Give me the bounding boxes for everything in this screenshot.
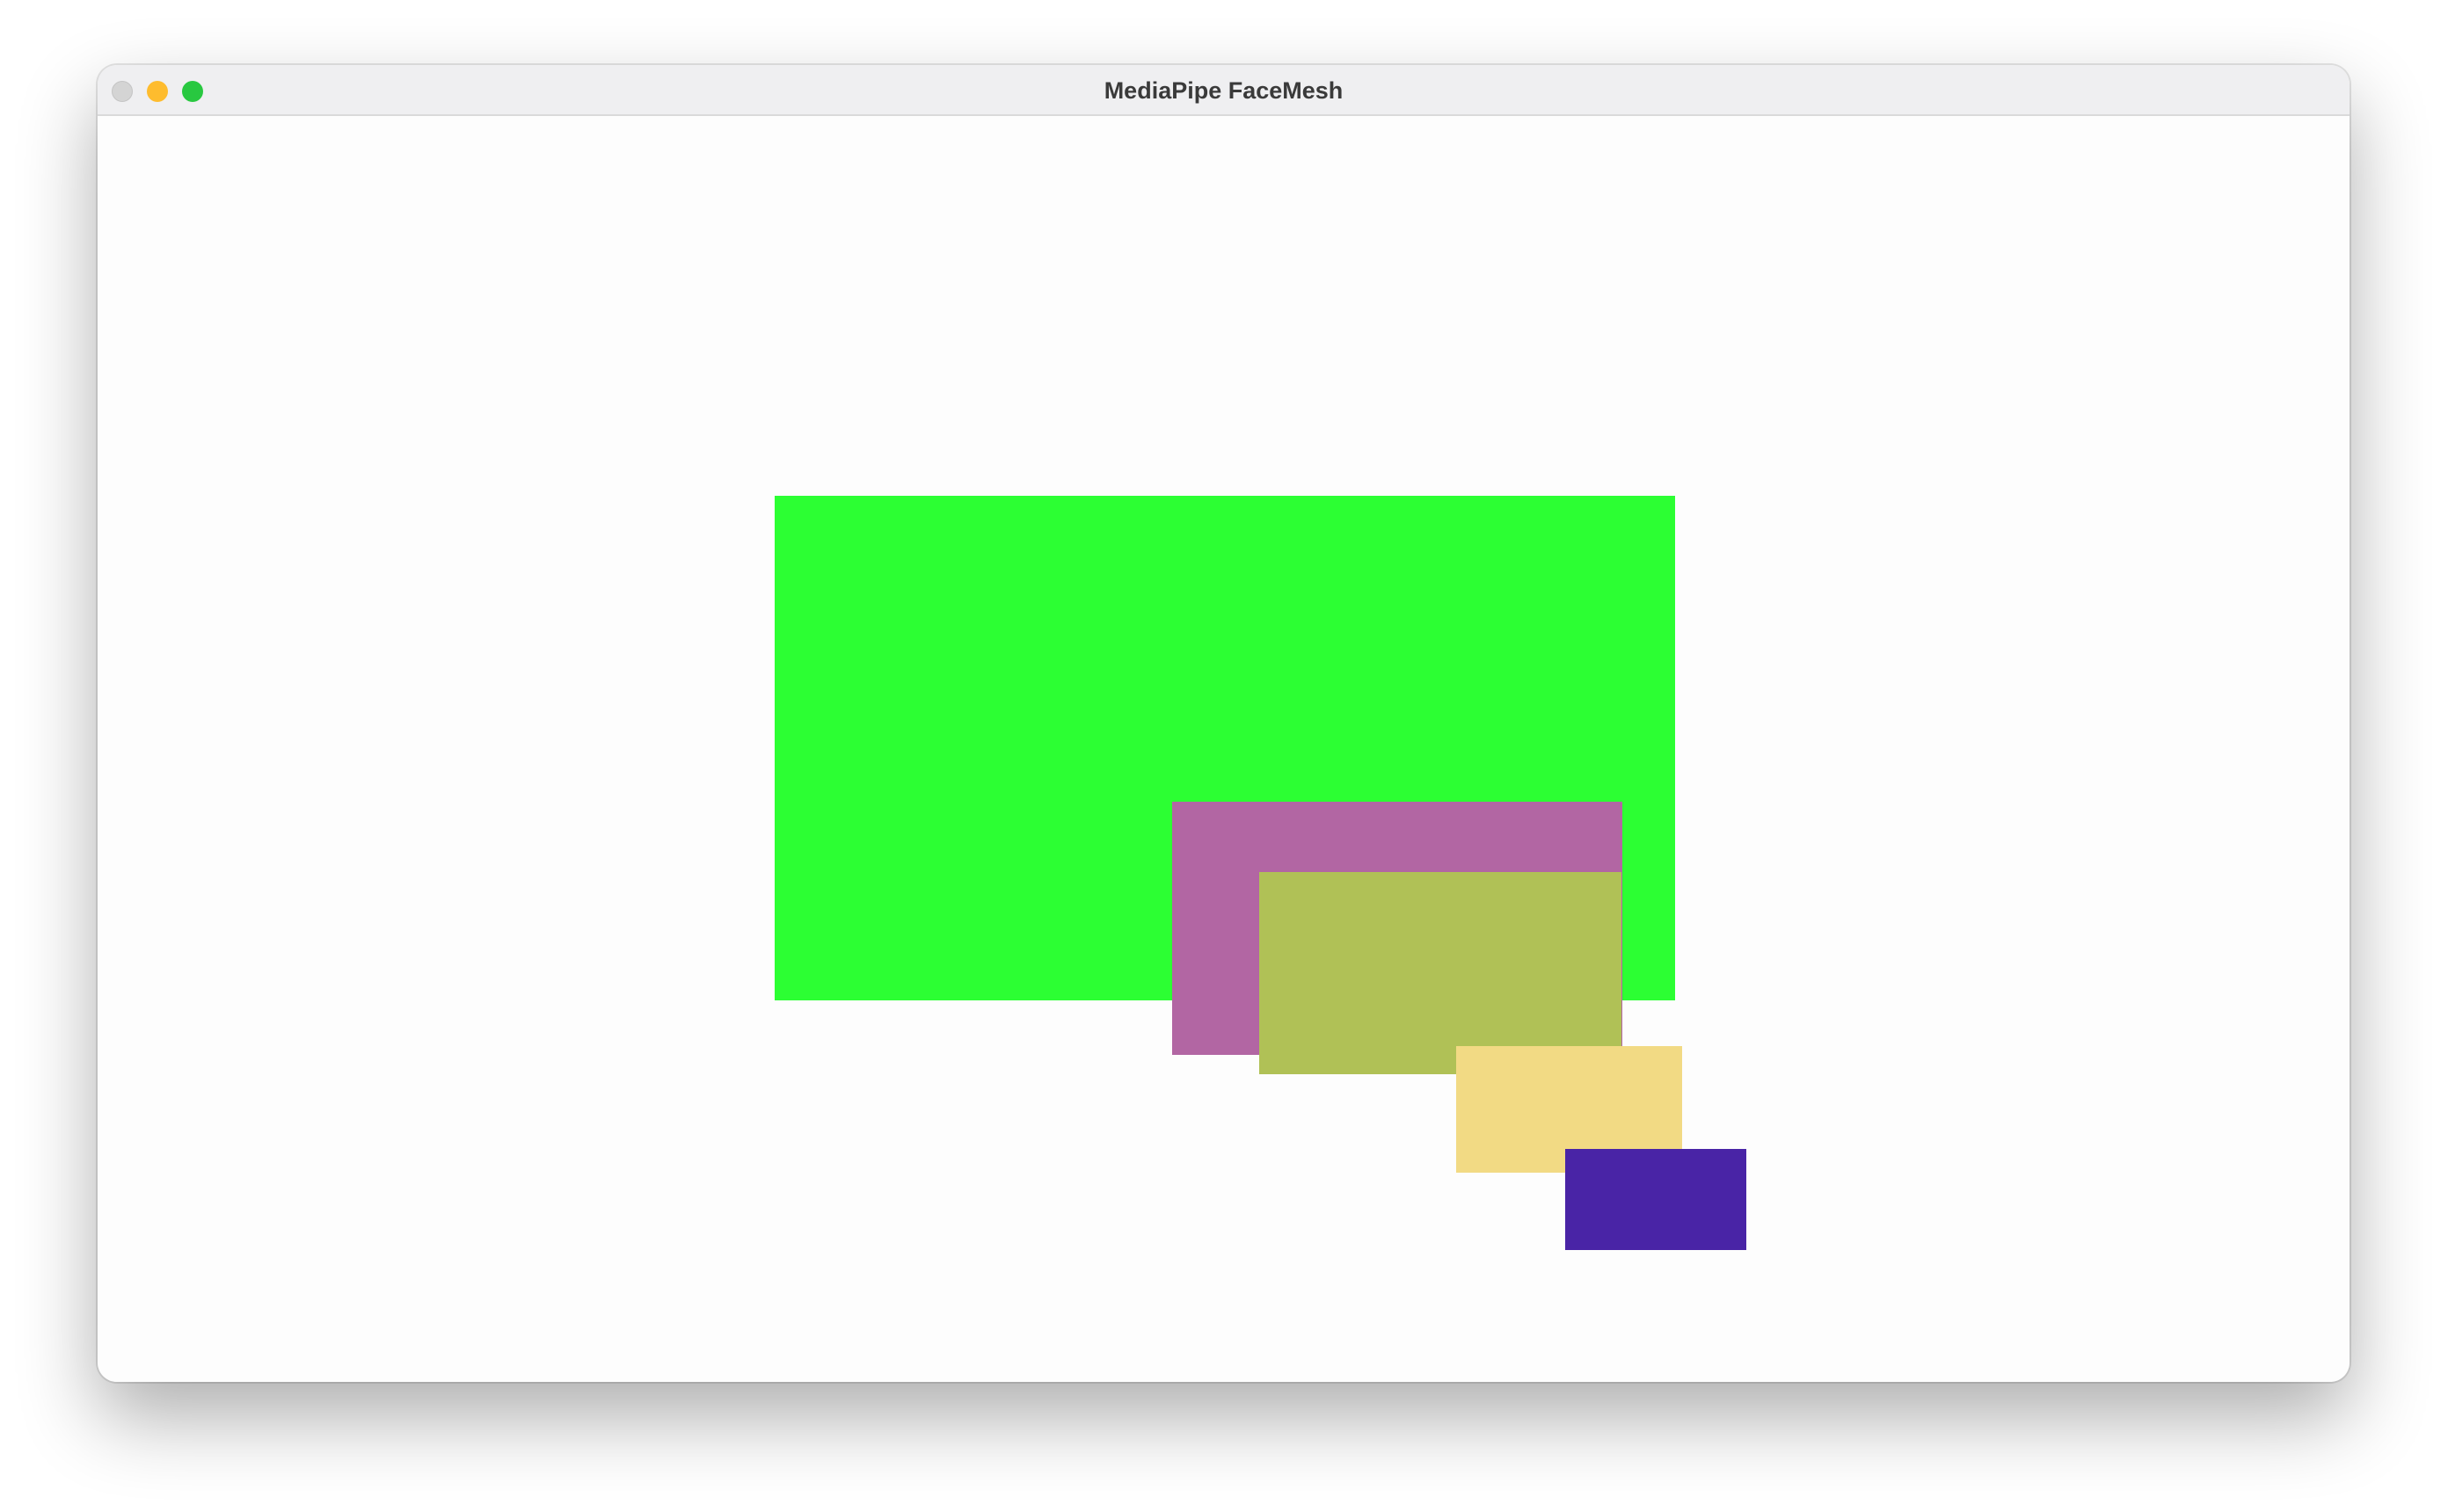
olive-rectangle [1259,872,1621,1074]
window-title: MediaPipe FaceMesh [1104,77,1344,104]
canvas-area [98,116,2350,1382]
title-bar[interactable]: MediaPipe FaceMesh [98,65,2350,116]
app-window: MediaPipe FaceMesh [98,65,2350,1382]
indigo-rectangle [1565,1149,1746,1250]
